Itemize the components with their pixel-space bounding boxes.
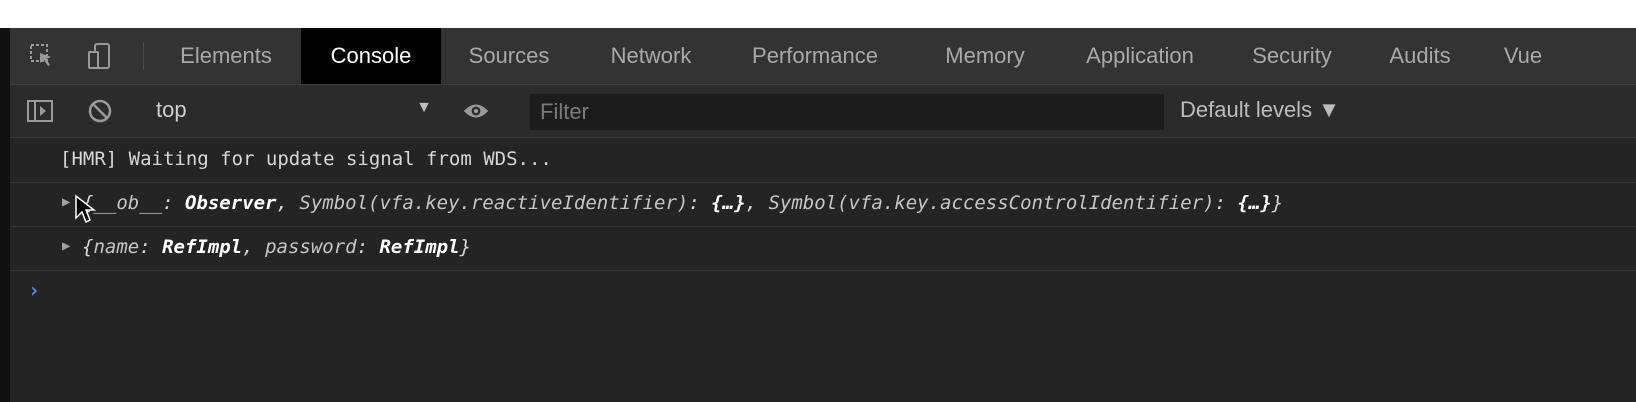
- console-prompt[interactable]: ›: [28, 278, 40, 302]
- console-toolbar: top ▼ Default levels ▼: [10, 85, 1636, 138]
- log-levels-dropdown[interactable]: Default levels ▼: [1180, 97, 1340, 125]
- message-text: [HMR] Waiting for update signal from WDS…: [60, 148, 552, 170]
- tab-security[interactable]: Security: [1232, 28, 1352, 84]
- expand-triangle-icon[interactable]: ▶: [62, 238, 70, 254]
- filter-input[interactable]: [530, 94, 1164, 130]
- tab-elements[interactable]: Elements: [156, 28, 296, 84]
- browser-top-strip: [0, 0, 1636, 28]
- tab-console[interactable]: Console: [301, 28, 441, 84]
- context-selector[interactable]: top ▼: [156, 97, 432, 125]
- sidebar-toggle-icon[interactable]: [26, 97, 54, 125]
- devtools-tab-bar: Elements Console Sources Network Perform…: [10, 28, 1636, 85]
- tab-performance[interactable]: Performance: [730, 28, 900, 84]
- context-label: top: [156, 97, 187, 122]
- window-left-edge: [0, 28, 10, 402]
- tab-vue[interactable]: Vue: [1488, 28, 1558, 84]
- console-message: [HMR] Waiting for update signal from WDS…: [10, 138, 1636, 183]
- mouse-cursor-icon: [75, 194, 96, 224]
- tab-application[interactable]: Application: [1065, 28, 1215, 84]
- clear-console-icon[interactable]: [86, 97, 114, 125]
- toolbar-separator: [143, 42, 144, 70]
- expand-triangle-icon[interactable]: ▶: [62, 194, 70, 210]
- object-preview[interactable]: {__ob__: Observer, Symbol(vfa.key.reacti…: [82, 192, 1283, 214]
- tab-network[interactable]: Network: [586, 28, 716, 84]
- tab-sources[interactable]: Sources: [444, 28, 574, 84]
- tab-memory[interactable]: Memory: [920, 28, 1050, 84]
- object-preview[interactable]: {name: RefImpl, password: RefImpl}: [82, 236, 471, 258]
- console-message: ▶ {name: RefImpl, password: RefImpl}: [10, 226, 1636, 271]
- console-message: ▶ {__ob__: Observer, Symbol(vfa.key.reac…: [10, 182, 1636, 227]
- devtools-panel: Elements Console Sources Network Perform…: [10, 28, 1636, 402]
- device-toolbar-icon[interactable]: [86, 42, 114, 70]
- live-expression-eye-icon[interactable]: [462, 97, 490, 125]
- inspect-element-icon[interactable]: [28, 42, 56, 70]
- tab-audits[interactable]: Audits: [1370, 28, 1470, 84]
- dropdown-arrow-icon: ▼: [416, 99, 432, 116]
